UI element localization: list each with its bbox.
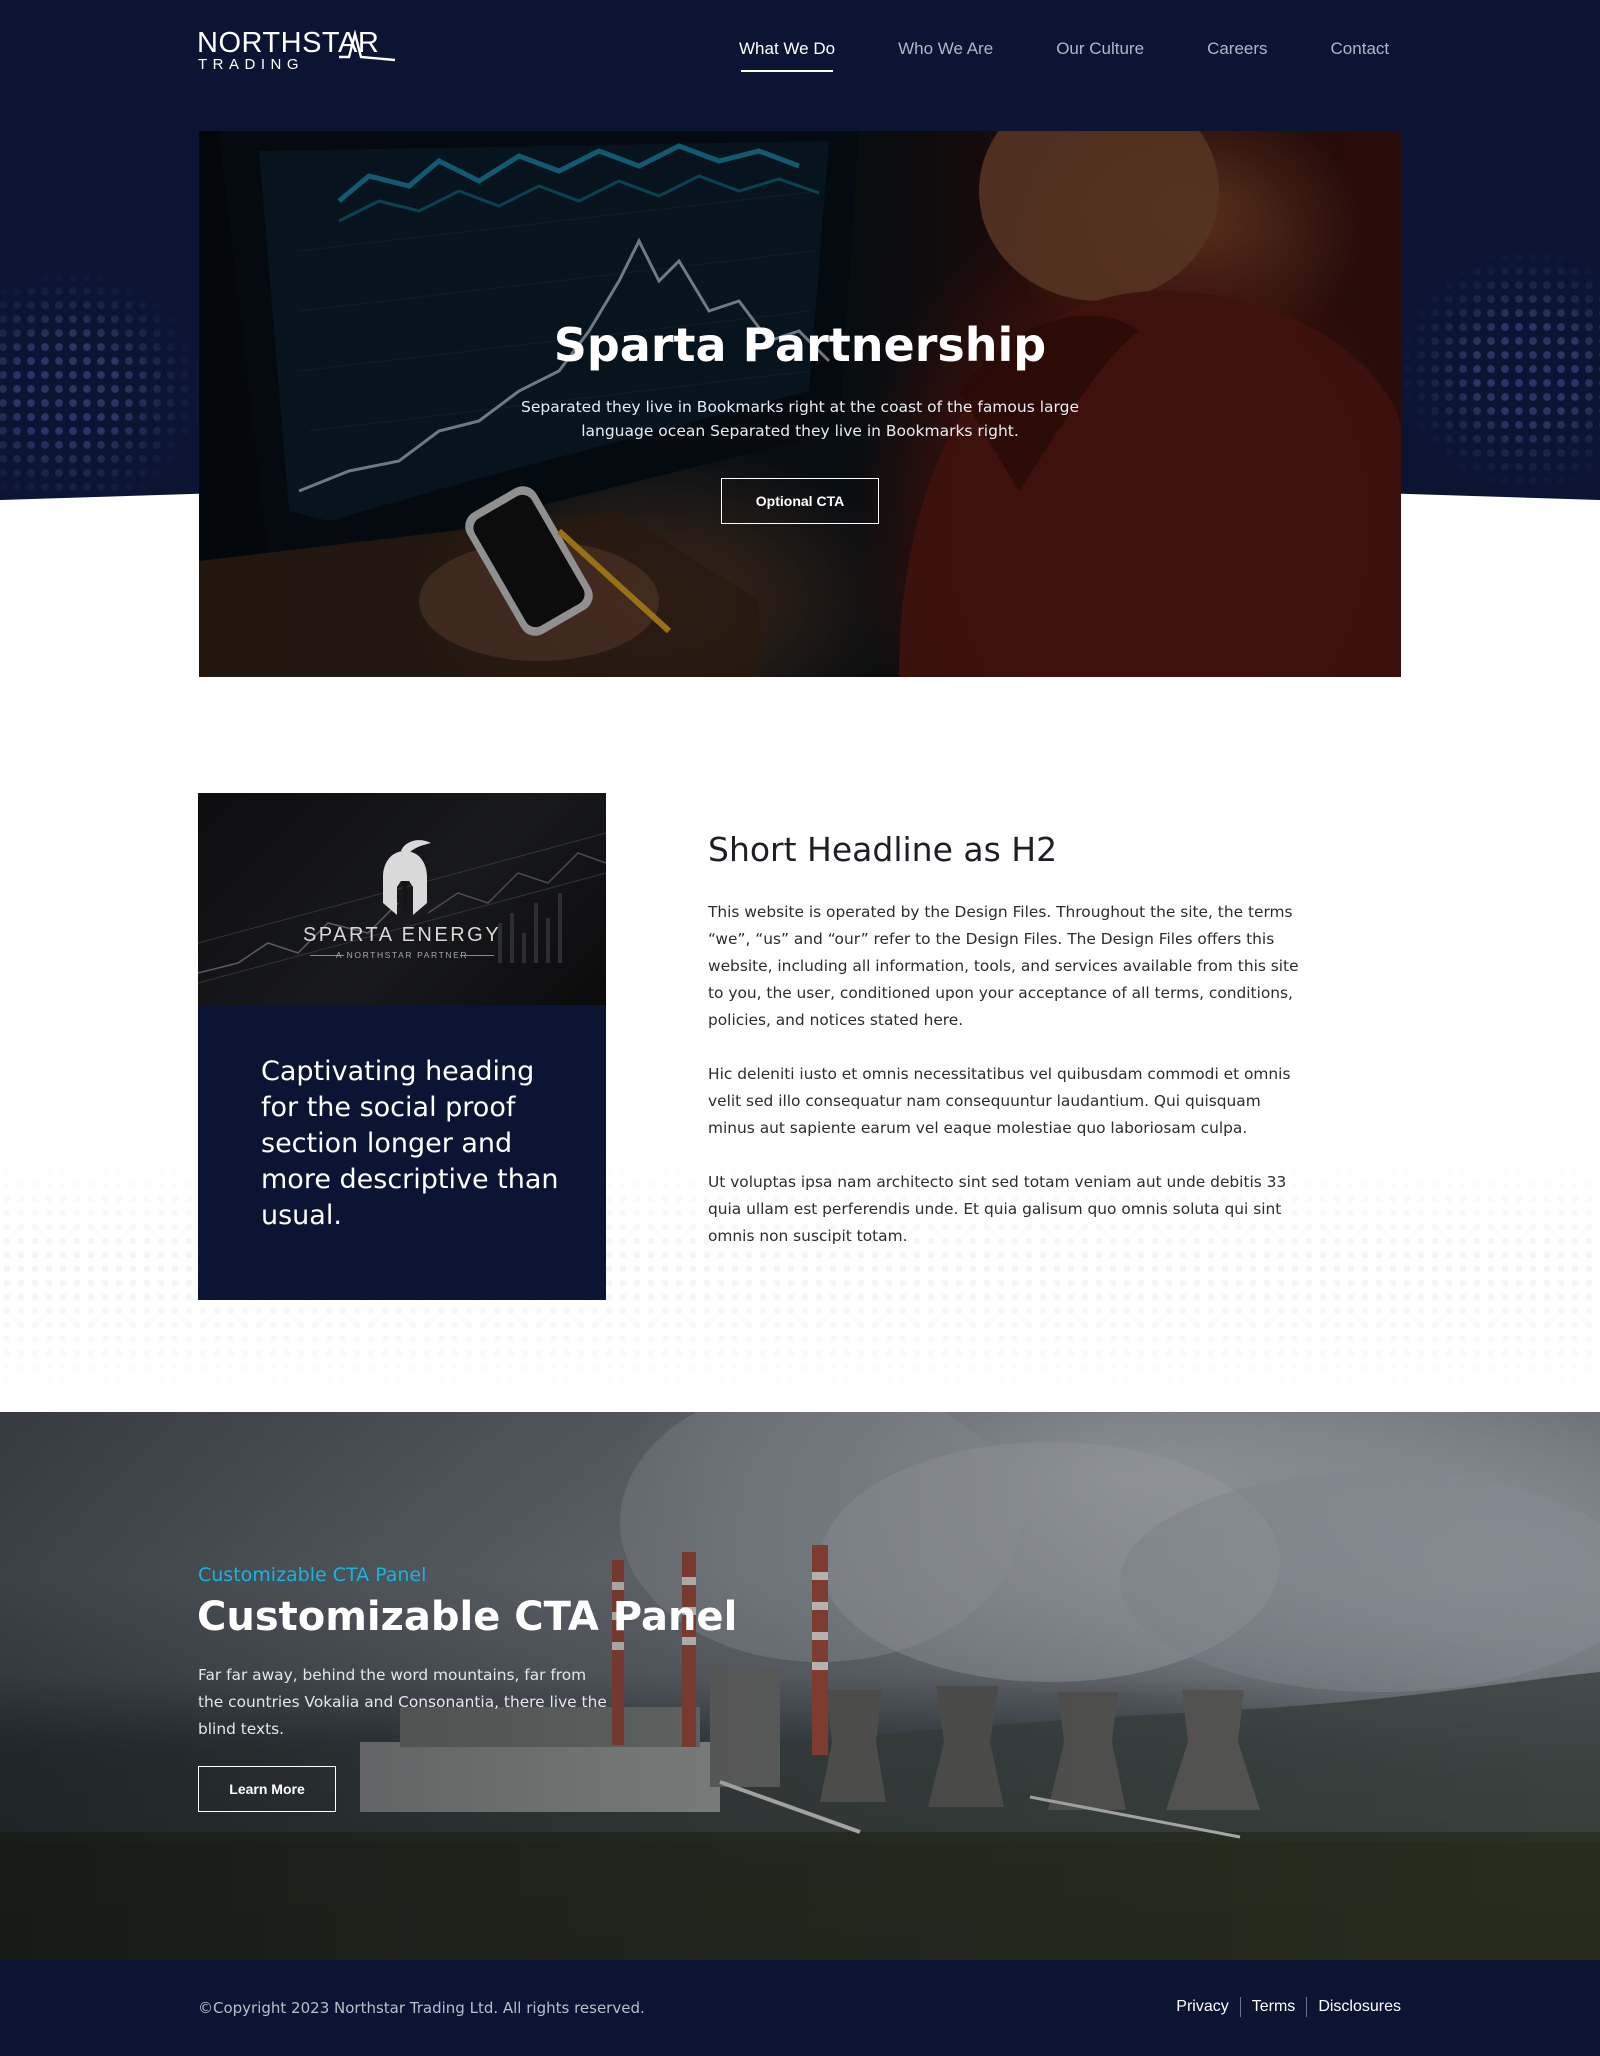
footer-links: Privacy Terms Disclosures: [1176, 1997, 1401, 2017]
brand-tagline: A NORTHSTAR PARTNER: [335, 950, 469, 960]
dot-pattern-right: [1400, 250, 1600, 490]
dot-pattern-left: [0, 270, 200, 500]
spartan-helmet-icon: [383, 840, 431, 915]
brand-name: SPARTA ENERGY: [302, 924, 502, 946]
hero-description: Separated they live in Bookmarks right a…: [521, 398, 1079, 440]
northstar-trading-logo[interactable]: NORTHSTAR TRADING: [197, 28, 397, 74]
footer-link-terms[interactable]: Terms: [1252, 1998, 1296, 2016]
social-proof-quote-box: Captivating heading for the social proof…: [198, 1005, 606, 1300]
nav-link-contact[interactable]: Contact: [1331, 38, 1390, 78]
body-paragraph: This website is operated by the Design F…: [708, 903, 1299, 1029]
body-paragraph: Hic deleniti iusto et omnis necessitatib…: [708, 1065, 1291, 1137]
star-icon: [339, 30, 396, 62]
social-proof-heading: Captivating heading for the social proof…: [261, 1056, 559, 1231]
cta-panel: Customizable CTA Panel Customizable CTA …: [0, 1412, 1600, 1960]
nav-link-our-culture[interactable]: Our Culture: [1056, 38, 1144, 78]
learn-more-button[interactable]: Learn More: [198, 1766, 336, 1812]
footer-divider: [1239, 1997, 1241, 2017]
nav-link-who-we-are[interactable]: Who We Are: [898, 38, 993, 78]
brand-tag-divider-right: [460, 955, 494, 956]
partner-brand-card: SPARTA ENERGY A NORTHSTAR PARTNER Captiv…: [198, 793, 606, 1300]
site-footer: ©Copyright 2023 Northstar Trading Ltd. A…: [0, 1960, 1600, 2056]
footer-link-disclosures[interactable]: Disclosures: [1318, 1998, 1401, 2016]
cta-eyebrow: Customizable CTA Panel: [198, 1564, 427, 1586]
about-text-block: Short Headline as H2 This website is ope…: [708, 828, 1308, 1250]
nav-link-careers[interactable]: Careers: [1207, 38, 1267, 78]
body-paragraph: Ut voluptas ipsa nam architecto sint sed…: [708, 1173, 1287, 1245]
cta-title: Customizable CTA Panel: [197, 1594, 738, 1640]
hero-content: Sparta Partnership Separated they live i…: [199, 131, 1401, 677]
main-nav: What We Do Who We Are Our Culture Career…: [739, 38, 1389, 78]
section-heading: Short Headline as H2: [708, 830, 1058, 869]
footer-divider: [1306, 1997, 1308, 2017]
footer-link-privacy[interactable]: Privacy: [1176, 1998, 1228, 2016]
cta-description: Far far away, behind the word mountains,…: [198, 1666, 607, 1738]
copyright-text: ©Copyright 2023 Northstar Trading Ltd. A…: [198, 1999, 645, 2017]
logo-subtitle: TRADING: [198, 56, 304, 73]
hero-title: Sparta Partnership: [553, 318, 1047, 372]
nav-link-what-we-do[interactable]: What We Do: [739, 38, 835, 78]
hero-banner: Sparta Partnership Separated they live i…: [199, 131, 1401, 677]
optional-cta-button[interactable]: Optional CTA: [721, 478, 879, 524]
site-header: NORTHSTAR TRADING What We Do Who We Are …: [0, 0, 1600, 100]
sparta-energy-logo-image: SPARTA ENERGY A NORTHSTAR PARTNER: [198, 793, 606, 1005]
